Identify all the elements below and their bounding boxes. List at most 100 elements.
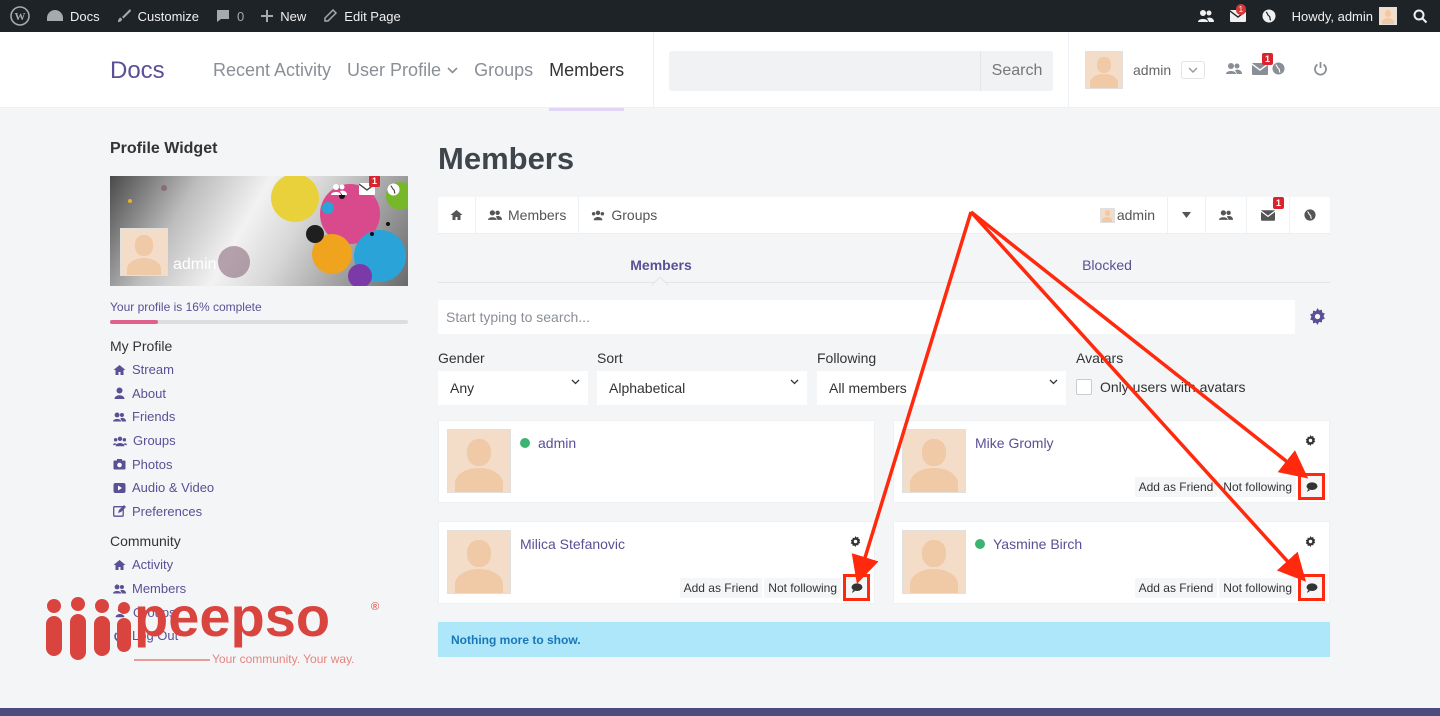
avatars-checkbox-label[interactable]: Only users with avatars	[1100, 379, 1246, 395]
groups-icon	[113, 436, 127, 446]
divider	[653, 32, 654, 108]
gender-label: Gender	[438, 350, 485, 366]
send-message-button[interactable]	[1298, 574, 1325, 601]
my-account-menu[interactable]: Howdy, admin	[1284, 0, 1405, 32]
friends-icon[interactable]	[1226, 62, 1242, 75]
nav-groups[interactable]: Groups	[474, 60, 533, 81]
menu-item-preferences[interactable]: Preferences	[110, 500, 408, 524]
chat-bubble-icon	[851, 582, 862, 593]
camera-icon	[113, 459, 126, 470]
site-name-link[interactable]: Docs	[38, 0, 108, 32]
comments-link[interactable]: 0	[207, 0, 252, 32]
toolbar-friends[interactable]	[1205, 197, 1246, 233]
messages-badge: 1	[1273, 197, 1285, 209]
search-button[interactable]: Search	[980, 51, 1053, 91]
cover-avatar[interactable]	[120, 228, 168, 276]
menu-item-groups[interactable]: Groups	[110, 429, 408, 453]
globe-icon[interactable]	[387, 183, 400, 196]
toolbar-notifications[interactable]	[1289, 197, 1330, 233]
send-message-button[interactable]	[1298, 473, 1325, 500]
member-avatar[interactable]	[902, 429, 966, 493]
messages-badge: 1	[1262, 52, 1274, 65]
user-avatar	[1379, 7, 1397, 25]
toolbar-messages[interactable]: 1	[1246, 197, 1289, 233]
edit-page-link[interactable]: Edit Page	[314, 0, 408, 32]
follow-button[interactable]: Not following	[1219, 577, 1296, 598]
toolbar-user[interactable]: admin	[1088, 197, 1167, 233]
header-username[interactable]: admin	[1133, 62, 1171, 78]
divider	[1068, 32, 1069, 108]
sort-select[interactable]: Alphabetical	[597, 371, 807, 405]
gender-select[interactable]: Any	[438, 371, 588, 405]
menu-item-friends[interactable]: Friends	[110, 405, 408, 429]
member-avatar[interactable]	[447, 429, 511, 493]
header-user-menu[interactable]: admin	[1085, 51, 1206, 89]
follow-button[interactable]: Not following	[764, 577, 841, 598]
messages-icon[interactable]: 1	[1252, 52, 1274, 75]
my-profile-title: My Profile	[110, 338, 173, 354]
member-name-link[interactable]: Milica Stefanovic	[520, 536, 625, 552]
messages-icon[interactable]: 1	[1222, 0, 1254, 32]
globe-icon[interactable]	[1254, 0, 1284, 32]
user-icon	[114, 387, 125, 400]
toolbar-home[interactable]	[438, 197, 476, 233]
menu-item-about[interactable]: About	[110, 382, 408, 406]
add-friend-button[interactable]: Add as Friend	[1134, 577, 1218, 598]
power-icon[interactable]	[1313, 61, 1328, 76]
svg-text:W: W	[15, 11, 26, 23]
follow-button[interactable]: Not following	[1219, 476, 1296, 497]
add-friend-button[interactable]: Add as Friend	[1134, 476, 1218, 497]
send-message-button[interactable]	[843, 574, 870, 601]
nothing-more-message: Nothing more to show.	[438, 622, 1330, 657]
cover-username[interactable]: admin	[173, 256, 217, 274]
menu-item-photos[interactable]: Photos	[110, 452, 408, 476]
gear-icon[interactable]	[1309, 308, 1326, 325]
tab-members[interactable]: Members	[438, 248, 884, 285]
gear-icon[interactable]	[1299, 429, 1321, 451]
add-friend-button[interactable]: Add as Friend	[679, 577, 763, 598]
messages-icon[interactable]: 1	[359, 176, 381, 196]
avatars-label: Avatars	[1076, 350, 1124, 366]
friends-icon[interactable]	[331, 183, 347, 196]
member-card: Yasmine Birch Add as Friend Not followin…	[893, 521, 1330, 604]
nav-members[interactable]: Members	[549, 60, 625, 111]
profile-completion-text[interactable]: Your profile is 16% complete	[110, 300, 408, 314]
member-name-link[interactable]: Mike Gromly	[975, 435, 1054, 451]
member-name-link[interactable]: admin	[520, 435, 576, 451]
customize-link[interactable]: Customize	[108, 0, 207, 32]
member-name-link[interactable]: Yasmine Birch	[975, 536, 1082, 552]
home-icon	[113, 559, 126, 570]
chevron-down-icon	[447, 67, 458, 74]
edit-icon	[113, 505, 126, 518]
members-search-input[interactable]: Start typing to search...	[438, 300, 1295, 334]
following-select[interactable]: All members	[817, 371, 1066, 405]
menu-item-audio-video[interactable]: Audio & Video	[110, 476, 408, 500]
wordpress-logo-icon[interactable]: W	[0, 0, 38, 32]
member-avatar[interactable]	[902, 530, 966, 594]
search-input[interactable]: Search	[669, 51, 1053, 91]
profile-completion-bar	[110, 320, 408, 324]
friends-icon[interactable]	[1190, 0, 1222, 32]
header-avatar[interactable]	[1085, 51, 1123, 89]
avatars-checkbox[interactable]	[1076, 379, 1092, 395]
toolbar-members[interactable]: Members	[476, 197, 580, 233]
nav-user-profile[interactable]: User Profile	[347, 60, 458, 81]
tab-blocked[interactable]: Blocked	[884, 248, 1330, 282]
toolbar-groups[interactable]: Groups	[579, 197, 669, 233]
globe-icon[interactable]	[1272, 62, 1285, 75]
toolbar-dropdown[interactable]	[1167, 197, 1205, 233]
gear-icon[interactable]	[844, 530, 866, 552]
community-title: Community	[110, 533, 181, 550]
site-logo[interactable]: Docs	[110, 57, 165, 85]
new-content-link[interactable]: New	[252, 0, 314, 32]
gear-icon[interactable]	[1299, 530, 1321, 552]
peepso-toolbar: Members Groups admin 1	[438, 197, 1330, 233]
menu-item-activity[interactable]: Activity	[110, 553, 408, 577]
main-nav: Recent Activity User Profile Groups Memb…	[213, 60, 625, 111]
search-icon[interactable]	[1405, 0, 1440, 32]
menu-item-stream[interactable]: Stream	[110, 358, 408, 382]
user-dropdown-toggle[interactable]	[1181, 61, 1206, 79]
nav-recent-activity[interactable]: Recent Activity	[213, 60, 331, 81]
member-avatar[interactable]	[447, 530, 511, 594]
svg-text:®: ®	[371, 601, 379, 613]
